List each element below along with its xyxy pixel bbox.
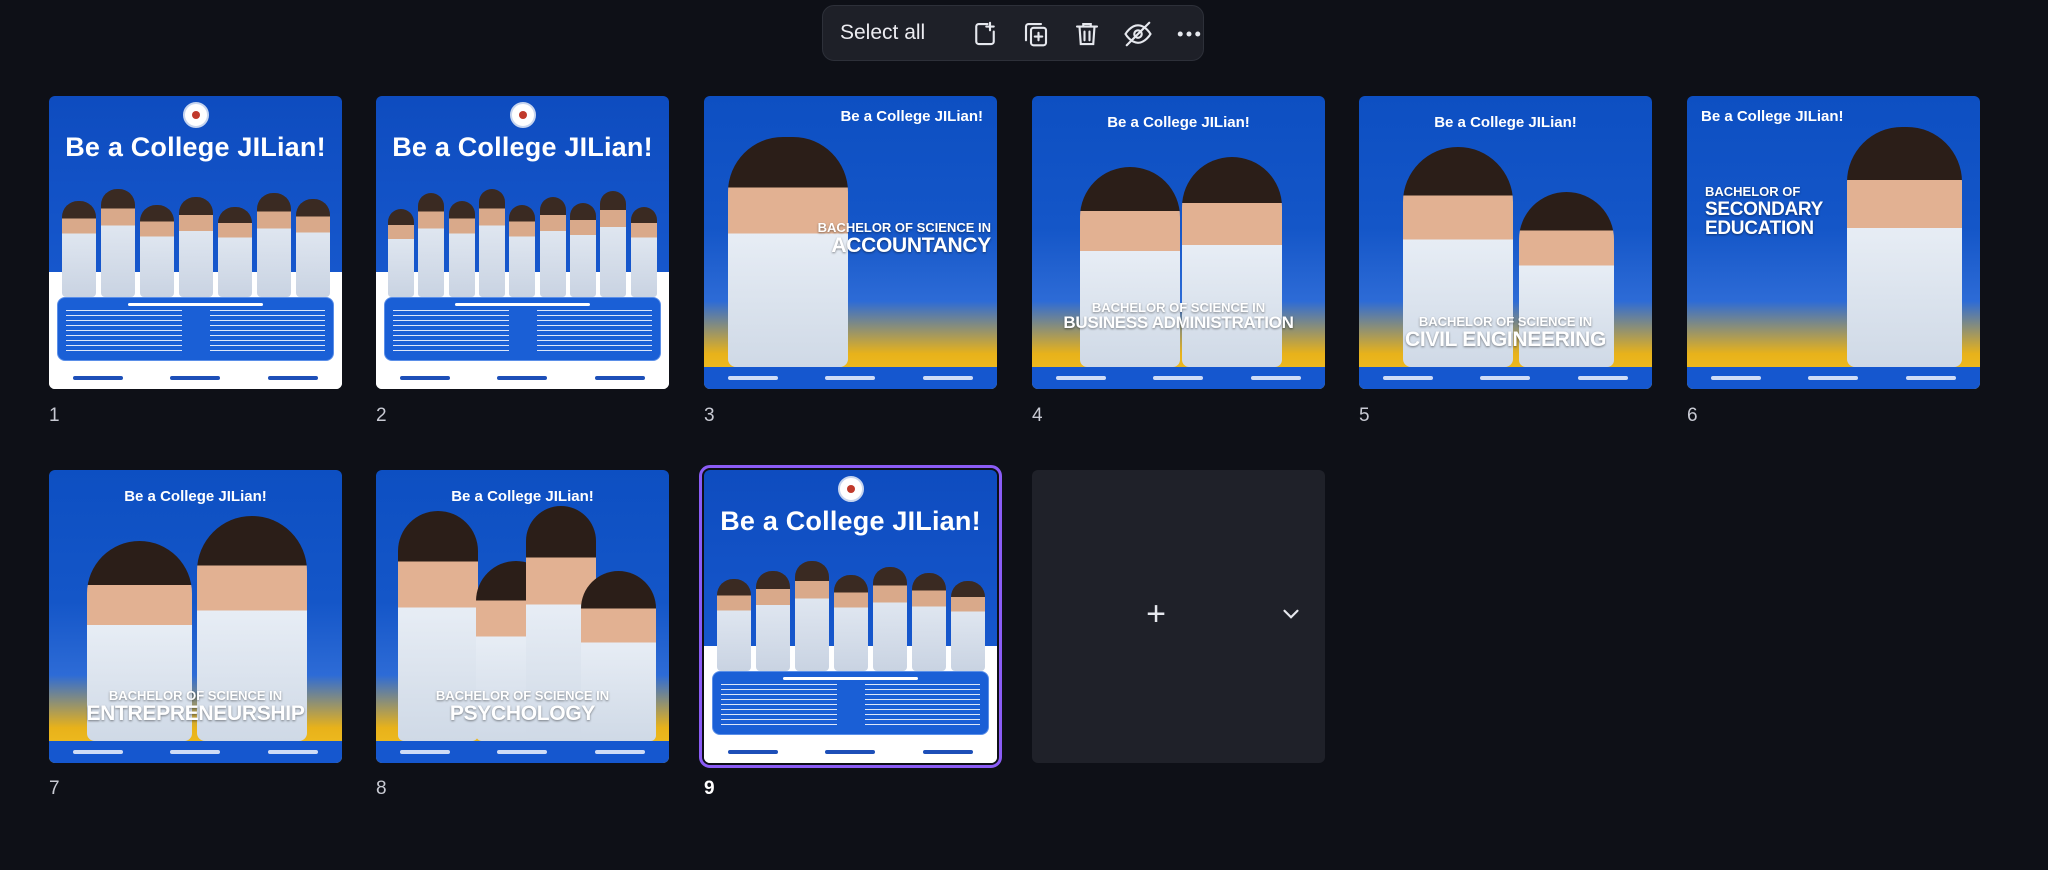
poster-footer [704,741,997,763]
duplicate-page-icon[interactable] [1018,16,1054,52]
page-thumbnail-3[interactable]: Be a College JILian! BACHELOR OF SCIENCE… [704,96,997,389]
poster-footer [1032,367,1325,389]
trash-icon[interactable] [1069,16,1105,52]
poster-headline: Be a College JILian! [392,132,653,162]
students-photo [59,179,332,297]
student-photo-right [1182,157,1282,367]
degree-line-2: ACCOUNTANCY [831,234,991,257]
poster-footer [49,741,342,763]
degree-line-1: BACHELOR OF SCIENCE IN [435,688,610,703]
student-photo-left [1080,167,1180,367]
page-thumbnail-5[interactable]: Be a College JILian! BACHELOR OF SCIENCE… [1359,96,1652,389]
page-number: 4 [1032,405,1043,426]
degree-line-2: BUSINESS ADMINISTRATION [1063,313,1294,332]
poster-footer [376,741,669,763]
poster-headline: Be a College JILian! [65,132,326,162]
poster-footer [704,367,997,389]
programs-offered-box [712,671,989,735]
add-page-icon[interactable] [967,16,1003,52]
poster-headline: Be a College JILian! [1701,108,1844,125]
poster-headline: Be a College JILian! [1107,114,1250,131]
school-seal-icon [837,476,864,502]
poster-headline: Be a College JILian! [720,506,981,536]
poster-headline: Be a College JILian! [451,488,594,505]
page-thumbnail-2[interactable]: Be a College JILian! [376,96,669,389]
student-photo [728,137,848,367]
more-icon[interactable] [1171,16,1207,52]
page-number: 3 [704,405,715,426]
page-number: 9 [704,778,715,799]
page-number: 8 [376,778,387,799]
degree-line-1: BACHELOR OF SCIENCE IN [1418,314,1593,329]
page-thumbnail-9[interactable]: Be a College JILian! [699,465,1002,768]
poster-footer [376,367,669,389]
page-thumbnail-1[interactable]: Be a College JILian! [49,96,342,389]
hide-icon[interactable] [1120,16,1156,52]
poster-footer [49,367,342,389]
page-number: 5 [1359,405,1370,426]
poster-footer [1359,367,1652,389]
page-toolbar: Select all [822,5,1204,61]
degree-line-2: ENTREPRENEURSHIP [86,702,305,725]
degree-line-2: SECONDARY EDUCATION [1705,199,1823,239]
poster-headline: Be a College JILian! [840,108,983,125]
page-number: 6 [1687,405,1698,426]
degree-line-1: BACHELOR OF SCIENCE IN [817,220,991,235]
students-photo [386,179,659,297]
degree-line-2: CIVIL ENGINEERING [1404,328,1607,351]
poster-headline: Be a College JILian! [124,488,267,505]
page-number: 1 [49,405,60,426]
programs-offered-box [57,297,334,361]
chevron-down-icon[interactable] [1278,601,1304,627]
degree-line-1: BACHELOR OF SCIENCE IN [108,688,283,703]
page-thumbnail-6[interactable]: Be a College JILian! BACHELOR OF SECONDA… [1687,96,1980,389]
poster-footer [1687,367,1980,389]
school-seal-icon [509,102,536,128]
add-page-card[interactable]: + [1032,470,1325,763]
page-thumbnail-8[interactable]: Be a College JILian! BACHELOR OF SCIENCE… [376,470,669,763]
poster-headline: Be a College JILian! [1434,114,1577,131]
programs-offered-box [384,297,661,361]
degree-line-2: PSYCHOLOGY [449,702,596,725]
select-all-button[interactable]: Select all [840,21,925,45]
students-photo [714,553,987,671]
add-page-button[interactable]: + [1136,594,1176,634]
page-thumbnail-7[interactable]: Be a College JILian! BACHELOR OF SCIENCE… [49,470,342,763]
page-number: 7 [49,778,60,799]
page-number: 2 [376,405,387,426]
page-thumbnail-4[interactable]: Be a College JILian! BACHELOR OF SCIENCE… [1032,96,1325,389]
student-photo [1847,127,1962,367]
school-seal-icon [182,102,209,128]
